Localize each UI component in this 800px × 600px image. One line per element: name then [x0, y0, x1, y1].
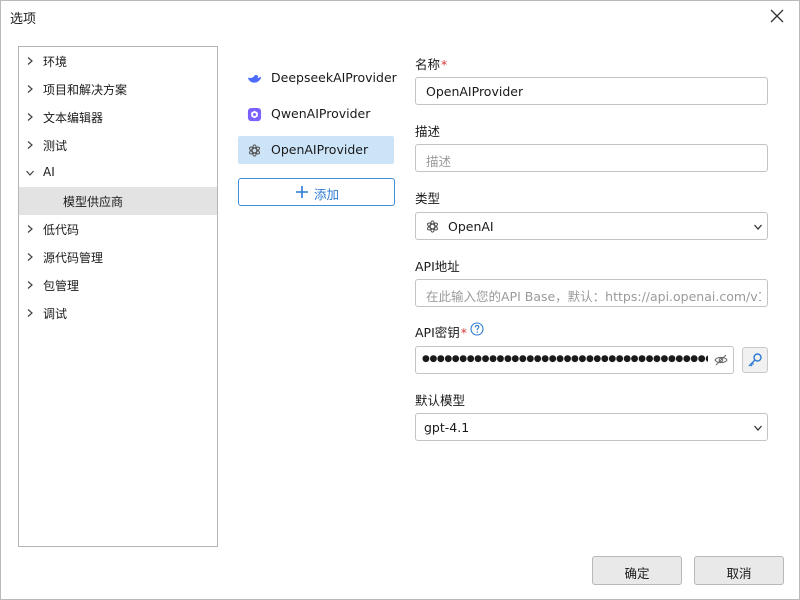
openai-icon — [248, 144, 261, 157]
api-base-field[interactable]: 在此输入您的API Base，默认：https://api.openai.com… — [415, 279, 768, 307]
tree-item-source-control[interactable]: 源代码管理 — [19, 243, 217, 271]
ok-button-label: 确定 — [624, 566, 650, 581]
tree-item-ai[interactable]: AI — [19, 159, 217, 187]
type-select[interactable]: OpenAI — [415, 212, 768, 240]
description-label: 描述 — [415, 124, 441, 139]
close-icon — [770, 9, 784, 23]
help-icon[interactable] — [470, 322, 484, 336]
tree-item-label: 低代码 — [43, 223, 80, 237]
add-button-label: 添加 — [314, 187, 340, 202]
type-label: 类型 — [415, 191, 441, 206]
chevron-right-icon — [27, 113, 33, 121]
api-key-masked-value: ●●●●●●●●●●●●●●●●●●●●●●●●●●●●●●●●●●●●●●●● — [422, 354, 708, 364]
chevron-down-icon — [754, 425, 762, 431]
tree-item-label: 模型供应商 — [63, 195, 124, 209]
tree-item-label: 包管理 — [43, 279, 80, 293]
tree-item-debugging[interactable]: 调试 — [19, 299, 217, 327]
name-field[interactable]: OpenAIProvider — [415, 77, 768, 105]
eye-off-icon[interactable] — [714, 354, 728, 366]
provider-item-openai[interactable]: OpenAIProvider — [238, 136, 394, 164]
provider-label: DeepseekAIProvider — [271, 70, 397, 85]
api-key-field[interactable]: ●●●●●●●●●●●●●●●●●●●●●●●●●●●●●●●●●●●●●●●● — [415, 346, 734, 374]
tree-item-label: 源代码管理 — [43, 251, 104, 265]
name-label: 名称* — [415, 57, 448, 72]
chevron-right-icon — [27, 253, 33, 261]
provider-item-deepseek[interactable]: DeepseekAIProvider — [238, 64, 397, 92]
ok-button[interactable]: 确定 — [592, 556, 682, 585]
default-model-label: 默认模型 — [415, 393, 466, 408]
add-provider-button[interactable]: 添加 — [238, 178, 395, 206]
tree-item-low-code[interactable]: 低代码 — [19, 215, 217, 243]
tree-item-model-providers[interactable]: 模型供应商 — [19, 187, 217, 215]
chevron-right-icon — [27, 225, 33, 233]
chevron-down-icon — [26, 170, 34, 176]
api-key-button[interactable] — [742, 347, 768, 373]
options-dialog: 选项 环境 项目和解决方案 文本编辑器 测试 AI 模型供应商 低代码 源代码管… — [0, 0, 800, 600]
api-base-label: API地址 — [415, 259, 460, 274]
name-value: OpenAIProvider — [426, 84, 524, 99]
tree-item-label: 环境 — [43, 55, 68, 69]
provider-item-qwen[interactable]: QwenAIProvider — [238, 100, 394, 128]
tree-item-projects[interactable]: 项目和解决方案 — [19, 75, 217, 103]
tree-item-environment[interactable]: 环境 — [19, 47, 217, 75]
tree-item-text-editor[interactable]: 文本编辑器 — [19, 103, 217, 131]
description-field[interactable]: 描述 — [415, 144, 768, 172]
plus-icon — [296, 186, 308, 198]
chevron-right-icon — [27, 57, 33, 65]
tree-item-label: 文本编辑器 — [43, 111, 104, 125]
tree-item-package-management[interactable]: 包管理 — [19, 271, 217, 299]
tree-item-label: AI — [43, 165, 55, 179]
deepseek-whale-icon — [247, 74, 262, 83]
qwen-icon — [247, 107, 262, 122]
tree-item-testing[interactable]: 测试 — [19, 131, 217, 159]
openai-icon — [426, 220, 439, 233]
chevron-right-icon — [27, 281, 33, 289]
chevron-down-icon — [754, 224, 762, 230]
type-value: OpenAI — [448, 219, 494, 234]
chevron-right-icon — [27, 309, 33, 317]
key-icon — [748, 353, 762, 367]
chevron-right-icon — [27, 141, 33, 149]
api-key-label: API密钥* — [415, 325, 468, 340]
close-button[interactable] — [765, 5, 789, 27]
cancel-button-label: 取消 — [726, 566, 752, 581]
tree-item-label: 项目和解决方案 — [43, 83, 128, 97]
cancel-button[interactable]: 取消 — [694, 556, 784, 585]
default-model-value: gpt-4.1 — [424, 420, 470, 435]
provider-label: OpenAIProvider — [271, 142, 369, 157]
description-placeholder: 描述 — [426, 154, 452, 169]
tree-item-label: 调试 — [43, 307, 68, 321]
settings-tree[interactable]: 环境 项目和解决方案 文本编辑器 测试 AI 模型供应商 低代码 源代码管理 包… — [18, 46, 218, 547]
chevron-right-icon — [27, 85, 33, 93]
dialog-title: 选项 — [10, 12, 37, 27]
tree-item-label: 测试 — [43, 139, 68, 153]
title-bar: 选项 — [1, 1, 799, 31]
api-base-placeholder: 在此输入您的API Base，默认：https://api.openai.com… — [426, 289, 761, 304]
default-model-select[interactable]: gpt-4.1 — [415, 413, 768, 441]
provider-label: QwenAIProvider — [271, 106, 371, 121]
